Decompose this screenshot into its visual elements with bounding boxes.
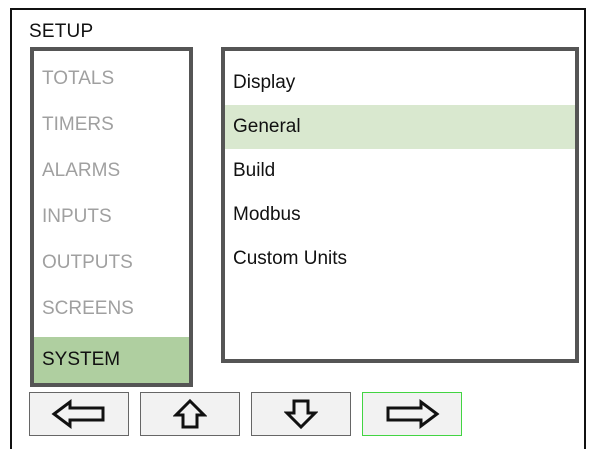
category-item-timers[interactable]: TIMERS <box>34 102 189 148</box>
category-item-inputs[interactable]: INPUTS <box>34 194 189 240</box>
submenu-item-general[interactable]: General <box>225 105 575 149</box>
submenu-item-modbus[interactable]: Modbus <box>225 193 575 237</box>
submenu-item-display[interactable]: Display <box>225 61 575 105</box>
down-button[interactable] <box>251 392 351 436</box>
arrow-up-icon <box>173 398 207 430</box>
submenu-list: Display General Build Modbus Custom Unit… <box>221 47 579 363</box>
page-title: SETUP <box>29 21 94 42</box>
arrow-left-icon <box>51 399 107 429</box>
category-item-screens[interactable]: SCREENS <box>34 286 189 332</box>
forward-button[interactable] <box>362 392 462 436</box>
category-item-totals[interactable]: TOTALS <box>34 56 189 102</box>
category-item-outputs[interactable]: OUTPUTS <box>34 240 189 286</box>
submenu-item-custom-units[interactable]: Custom Units <box>225 237 575 281</box>
category-item-system[interactable]: SYSTEM <box>34 337 189 383</box>
setup-screen: SETUP TOTALS TIMERS ALARMS INPUTS OUTPUT… <box>10 8 586 449</box>
arrow-down-icon <box>284 398 318 430</box>
back-button[interactable] <box>29 392 129 436</box>
category-item-alarms[interactable]: ALARMS <box>34 148 189 194</box>
category-list: TOTALS TIMERS ALARMS INPUTS OUTPUTS SCRE… <box>30 47 193 387</box>
arrow-right-icon <box>384 399 440 429</box>
submenu-item-build[interactable]: Build <box>225 149 575 193</box>
up-button[interactable] <box>140 392 240 436</box>
